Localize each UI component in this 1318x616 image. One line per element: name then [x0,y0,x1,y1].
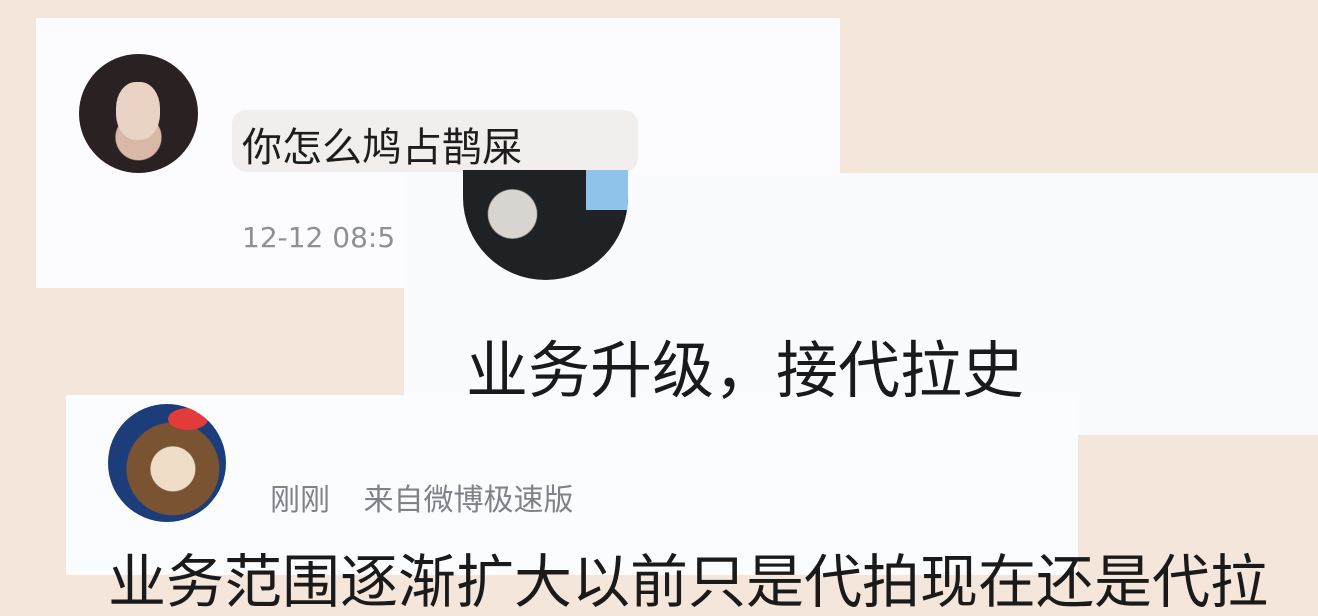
comment-text: 你怎么鸠占鹊屎 [242,125,522,171]
avatar[interactable] [108,404,226,522]
comment-timestamp: 刚刚 [270,483,330,518]
avatar[interactable] [79,54,198,173]
comment-meta: 刚刚 来自微博极速版 [270,483,574,519]
comment-text: 业务范围逐渐扩大以前只是代拍现在还是代拉 [108,548,1269,616]
avatar-accessory [168,408,208,430]
comment-timestamp: 12-12 08:5 [242,222,396,254]
comment-source: 来自微博极速版 [363,483,574,518]
avatar-face [116,82,160,140]
reply-text: 业务升级，接代拉史 [466,334,1025,407]
avatar-background [586,170,628,210]
